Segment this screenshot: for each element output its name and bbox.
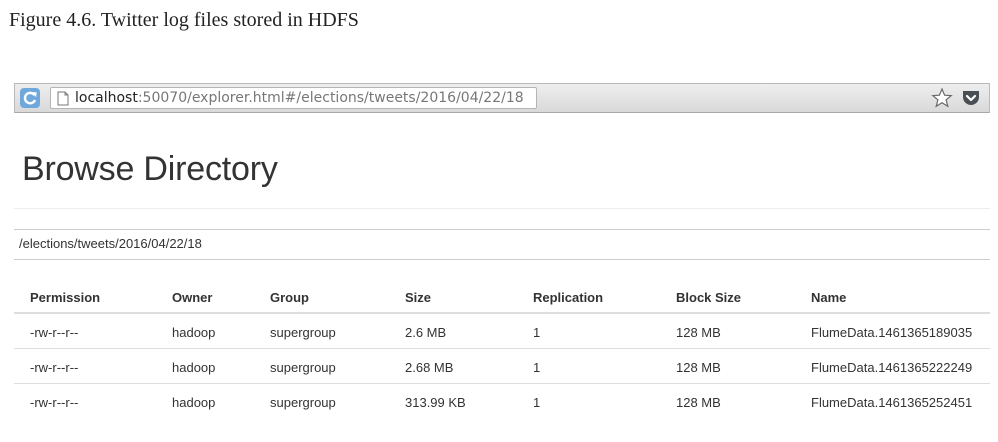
directory-path[interactable]: /elections/tweets/2016/04/22/18 — [19, 236, 202, 251]
replication-cell: 1 — [533, 325, 541, 340]
reload-icon[interactable] — [19, 87, 41, 109]
pocket-icon[interactable] — [961, 89, 981, 107]
table-row: -rw-r--r-- hadoop supergroup 2.68 MB 1 1… — [14, 349, 990, 384]
replication-cell: 1 — [533, 395, 541, 410]
table-header-row: Permission Owner Group Size Replication … — [14, 280, 990, 314]
column-header-block-size[interactable]: Block Size — [676, 290, 741, 305]
size-cell: 2.68 MB — [405, 360, 454, 375]
title-divider — [14, 208, 990, 209]
column-header-owner[interactable]: Owner — [172, 290, 212, 305]
group-cell: supergroup — [270, 360, 336, 375]
browser-toolbar: localhost:50070/explorer.html#/elections… — [14, 83, 990, 113]
star-icon[interactable] — [931, 87, 953, 109]
block-size-cell: 128 MB — [676, 395, 721, 410]
table-row: -rw-r--r-- hadoop supergroup 313.99 KB 1… — [14, 384, 990, 419]
group-cell: supergroup — [270, 325, 336, 340]
file-name-link[interactable]: FlumeData.1461365222249 — [811, 360, 972, 375]
column-header-permission[interactable]: Permission — [30, 290, 100, 305]
table-row: -rw-r--r-- hadoop supergroup 2.6 MB 1 12… — [14, 314, 990, 349]
figure-caption: Figure 4.6. Twitter log files stored in … — [9, 9, 359, 31]
owner-cell: hadoop — [172, 325, 216, 340]
url-host: localhost — [75, 90, 138, 106]
page-icon — [57, 91, 69, 106]
owner-cell: hadoop — [172, 395, 216, 410]
column-header-name[interactable]: Name — [811, 290, 846, 305]
file-name-link[interactable]: FlumeData.1461365189035 — [811, 325, 972, 340]
replication-cell: 1 — [533, 360, 541, 375]
column-header-size[interactable]: Size — [405, 290, 431, 305]
owner-cell: hadoop — [172, 360, 216, 375]
block-size-cell: 128 MB — [676, 360, 721, 375]
permission-cell: -rw-r--r-- — [30, 395, 79, 410]
column-header-group[interactable]: Group — [270, 290, 309, 305]
permission-cell: -rw-r--r-- — [30, 325, 79, 340]
directory-path-bar: /elections/tweets/2016/04/22/18 — [14, 229, 990, 260]
url-text: localhost:50070/explorer.html#/elections… — [75, 89, 524, 107]
block-size-cell: 128 MB — [676, 325, 721, 340]
group-cell: supergroup — [270, 395, 336, 410]
file-table: Permission Owner Group Size Replication … — [14, 280, 990, 419]
url-path: :50070/explorer.html#/elections/tweets/2… — [137, 90, 524, 106]
file-name-link[interactable]: FlumeData.1461365252451 — [811, 395, 972, 410]
size-cell: 2.6 MB — [405, 325, 447, 340]
permission-cell: -rw-r--r-- — [30, 360, 79, 375]
column-header-replication[interactable]: Replication — [533, 290, 603, 305]
page-title: Browse Directory — [22, 150, 278, 188]
size-cell: 313.99 KB — [405, 395, 466, 410]
address-bar[interactable]: localhost:50070/explorer.html#/elections… — [50, 87, 537, 109]
